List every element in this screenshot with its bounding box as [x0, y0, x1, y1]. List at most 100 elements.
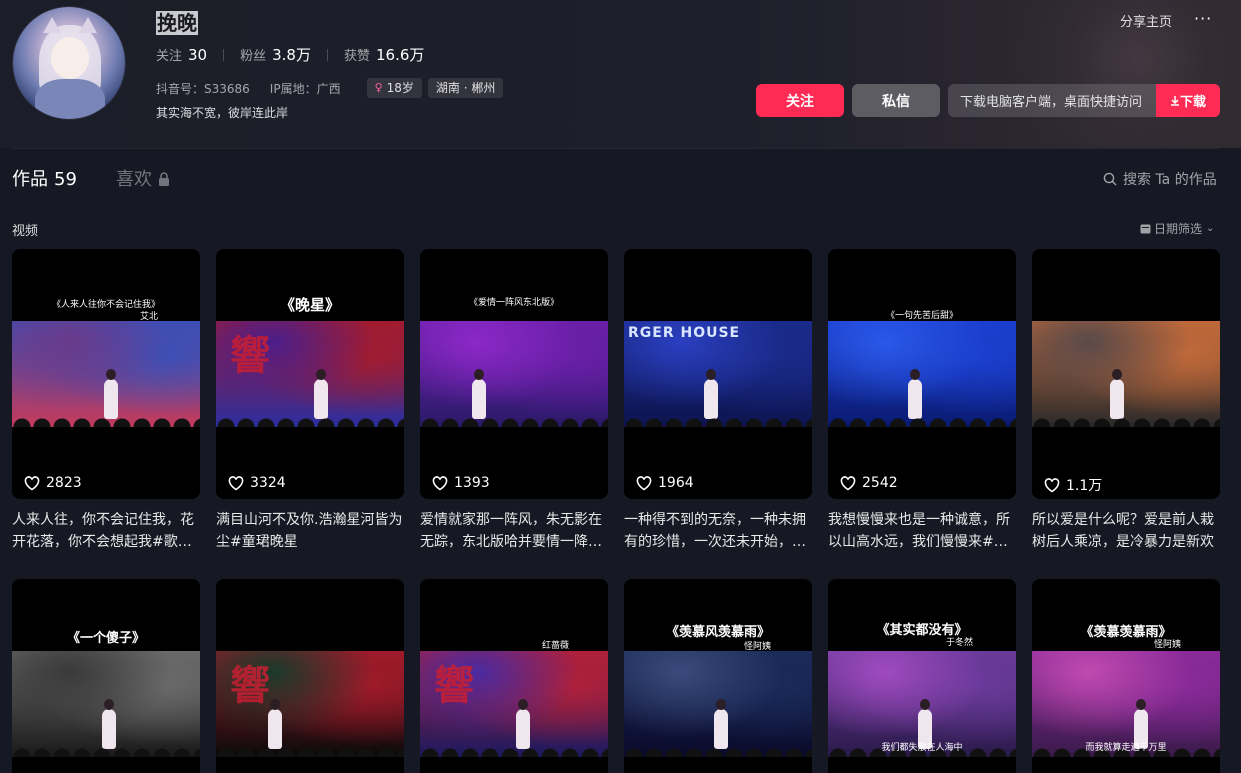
- video-scene: [12, 651, 200, 757]
- video-card[interactable]: 響 红蔷薇: [420, 579, 608, 773]
- stat-following-value: 30: [188, 46, 208, 64]
- stat-followers-label: 粉丝: [240, 49, 267, 64]
- search-works[interactable]: 搜索 Ta 的作品: [1103, 169, 1217, 189]
- download-client-text: 下载电脑客户端，桌面快捷访问: [960, 95, 1143, 110]
- video-thumbnail[interactable]: 《一个傻子》: [12, 579, 200, 773]
- heart-icon: [840, 475, 856, 490]
- search-icon: [1103, 172, 1117, 186]
- video-card[interactable]: 1.1万所以爱是什么呢？爱是前人栽树后人乘凉，是冷暴力是新欢: [1032, 249, 1220, 553]
- stat-divider: [223, 48, 225, 61]
- bio: 其实海不宽，彼岸连此岸: [156, 106, 289, 120]
- video-like-count: 3324: [228, 475, 286, 491]
- tab-likes[interactable]: 喜欢: [116, 165, 170, 191]
- video-card[interactable]: 響 《晚星》 3324 满目山河不及你.浩瀚星河皆为尘#童珺晚星: [216, 249, 404, 553]
- video-scene: [1032, 321, 1220, 427]
- video-like-count: 1964: [636, 475, 694, 491]
- video-scene: [12, 321, 200, 427]
- video-card[interactable]: 響: [216, 579, 404, 773]
- audience-silhouette: [1032, 413, 1220, 427]
- stat-following-label: 关注: [156, 49, 183, 64]
- tab-works[interactable]: 作品 59: [12, 165, 77, 191]
- video-card[interactable]: 《羡慕风羡慕雨》 怪阿姨: [624, 579, 812, 773]
- chevron-down-icon: ⌄: [1206, 223, 1215, 234]
- avatar-ear-right: [79, 17, 97, 33]
- video-description[interactable]: 满目山河不及你.浩瀚星河皆为尘#童珺晚星: [216, 509, 404, 553]
- age-tag: ♀ 18岁: [366, 78, 422, 98]
- douyin-id: 抖音号：S33686: [156, 81, 250, 96]
- date-filter-dropdown[interactable]: 日期筛选 ⌄: [1140, 220, 1214, 237]
- video-thumbnail[interactable]: 響 红蔷薇: [420, 579, 608, 773]
- video-thumbnail[interactable]: 《人来人往你不会记住我》艾北 2823: [12, 249, 200, 499]
- video-card[interactable]: 而我就算走遍千万里 《羡慕羡慕雨》 怪阿姨: [1032, 579, 1220, 773]
- video-thumbnail[interactable]: 我们都失散在人海中 《其实都没有》 于冬然: [828, 579, 1016, 773]
- video-artist: 艾北: [140, 312, 159, 322]
- audience-silhouette: [12, 413, 200, 427]
- video-card[interactable]: RGER HOUSE 1964 一种得不到的无奈，一种未拥有的珍惜，一次还未开始，就…: [624, 249, 812, 553]
- like-count-value: 1393: [454, 475, 490, 491]
- video-description[interactable]: 一种得不到的无奈，一种未拥有的珍惜，一次还未开始，就已经结束: [624, 509, 812, 553]
- stat-likes-value: 16.6万: [376, 46, 425, 64]
- tab-works-label: 作品: [12, 169, 48, 190]
- avatar-face: [51, 37, 89, 79]
- video-subtitle: 而我就算走遍千万里: [1085, 743, 1167, 753]
- video-artist: 怪阿姨: [1154, 640, 1182, 650]
- section-title: 视频: [12, 224, 39, 239]
- video-description[interactable]: 爱情就家那一阵风，朱无影在无踪，东北版哈并要情一降风#挽晚: [420, 509, 608, 553]
- video-card[interactable]: 我们都失散在人海中 《其实都没有》 于冬然: [828, 579, 1016, 773]
- stage-sign: RGER HOUSE: [628, 325, 741, 341]
- audience-silhouette: [828, 413, 1016, 427]
- video-scene: 我们都失散在人海中: [828, 651, 1016, 757]
- video-caption: 《晚星》: [279, 296, 340, 314]
- profile-stats: 关注 30 粉丝 3.8万 获赞 16.6万: [156, 44, 424, 65]
- heart-icon: [432, 475, 448, 490]
- video-scene: [624, 651, 812, 757]
- tab-works-count: 59: [54, 169, 77, 190]
- download-button-label: 下载: [1179, 95, 1206, 110]
- video-caption: 《一句先苦后甜》: [885, 311, 958, 321]
- stat-followers[interactable]: 粉丝 3.8万: [240, 44, 311, 65]
- video-card[interactable]: 《一句先苦后甜》 2542 我想慢慢来也是一种诚意，所以山高水远，我们慢慢来#挽晚: [828, 249, 1016, 553]
- avatar[interactable]: [12, 6, 126, 120]
- download-client-banner: 下载电脑客户端，桌面快捷访问 下载: [948, 84, 1220, 117]
- video-thumbnail[interactable]: 《爱情一阵风东北版》 1393: [420, 249, 608, 499]
- nickname: 挽晚: [156, 11, 198, 35]
- video-thumbnail[interactable]: 1.1万: [1032, 249, 1220, 499]
- stat-likes: 获赞 16.6万: [344, 44, 424, 65]
- avatar-ear-left: [43, 17, 61, 33]
- video-subtitle: 我们都失散在人海中: [881, 743, 963, 753]
- video-thumbnail[interactable]: 響: [216, 579, 404, 773]
- video-caption: 《一个傻子》: [66, 631, 145, 646]
- video-thumbnail[interactable]: 響 《晚星》 3324: [216, 249, 404, 499]
- video-artist: 红蔷薇: [542, 641, 570, 651]
- date-filter-label: 日期筛选: [1154, 222, 1203, 236]
- audience-silhouette: [420, 743, 608, 757]
- video-scene: 響: [216, 321, 404, 427]
- video-thumbnail[interactable]: 《一句先苦后甜》 2542: [828, 249, 1016, 499]
- video-thumbnail[interactable]: 而我就算走遍千万里 《羡慕羡慕雨》 怪阿姨: [1032, 579, 1220, 773]
- message-button[interactable]: 私信: [852, 84, 940, 117]
- video-like-count: 1.1万: [1044, 475, 1102, 495]
- video-card[interactable]: 《一个傻子》: [12, 579, 200, 773]
- video-thumbnail[interactable]: 《羡慕风羡慕雨》 怪阿姨: [624, 579, 812, 773]
- profile-meta: 抖音号：S33686 IP属地：广西 ♀ 18岁 湖南 · 郴州: [156, 78, 504, 98]
- video-card[interactable]: 《爱情一阵风东北版》 1393 爱情就家那一阵风，朱无影在无踪，东北版哈并要情一降风…: [420, 249, 608, 553]
- heart-icon: [24, 475, 40, 490]
- video-thumbnail[interactable]: RGER HOUSE 1964: [624, 249, 812, 499]
- video-like-count: 2542: [840, 475, 898, 491]
- stat-following[interactable]: 关注 30: [156, 45, 207, 64]
- video-card[interactable]: 《人来人往你不会记住我》艾北 2823 人来人往，你不会记住我，花开花落，你不会想起…: [12, 249, 200, 553]
- video-caption: 《爱情一阵风东北版》: [468, 298, 559, 308]
- follow-button[interactable]: 关注: [756, 84, 844, 117]
- video-artist: 怪阿姨: [744, 642, 772, 652]
- video-caption: 《其实都没有》: [876, 623, 968, 638]
- video-caption: 《人来人往你不会记住我》: [51, 300, 160, 310]
- video-description[interactable]: 人来人往，你不会记住我，花开花落，你不会想起我#歌手挽晚: [12, 509, 200, 553]
- like-count-value: 2823: [46, 475, 82, 491]
- video-description[interactable]: 我想慢慢来也是一种诚意，所以山高水远，我们慢慢来#挽晚: [828, 509, 1016, 553]
- audience-silhouette: [420, 413, 608, 427]
- share-profile-button[interactable]: 分享主页: [1120, 11, 1172, 30]
- video-scene: [828, 321, 1016, 427]
- video-description[interactable]: 所以爱是什么呢？爱是前人栽树后人乘凉，是冷暴力是新欢: [1032, 509, 1220, 553]
- download-button[interactable]: 下载: [1156, 84, 1220, 117]
- more-icon[interactable]: ···: [1194, 9, 1212, 28]
